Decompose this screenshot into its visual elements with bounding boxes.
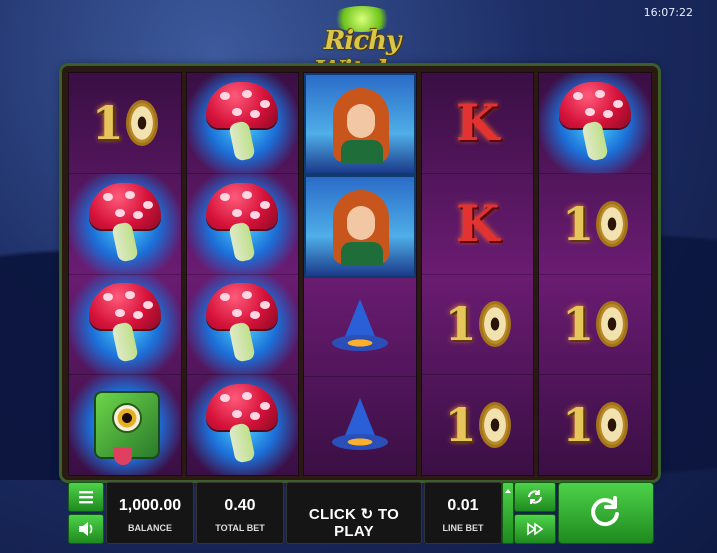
autoplay-button[interactable] (514, 482, 556, 512)
eye-o-icon (596, 301, 629, 348)
control-bar: 1,000.00 BALANCE 0.40 TOTAL BET CLICK ↻ … (68, 482, 654, 544)
line-bet-label: LINE BET (442, 523, 484, 533)
reel-cell: 1 (539, 174, 651, 275)
line-bet-panel: 0.01 LINE BET (424, 482, 502, 544)
spin-button[interactable] (558, 482, 654, 544)
fast-forward-button[interactable] (514, 514, 556, 544)
game-logo: Richy Witchy (292, 6, 432, 86)
reel-cell (304, 73, 416, 176)
reel-cell (186, 375, 299, 475)
total-bet-panel: 0.40 TOTAL BET (196, 482, 284, 544)
balance-value: 1,000.00 (118, 497, 182, 514)
clock: 16:07:22 (643, 6, 693, 19)
autoplay-icon (528, 490, 542, 504)
play-message: CLICK ↻ TO PLAY (308, 506, 400, 540)
reel-area[interactable]: 1KK11111 (68, 72, 652, 476)
menu-button[interactable] (68, 482, 104, 512)
ten-symbol: 1 (562, 197, 629, 251)
reel-cell: K (421, 174, 534, 275)
mushroom-symbol (88, 182, 161, 265)
play-message-panel: CLICK ↻ TO PLAY (286, 482, 422, 544)
mushroom-symbol (88, 283, 161, 365)
line-bet-value: 0.01 (447, 497, 479, 514)
reel-cell: 1 (539, 275, 651, 376)
reel-cell (304, 175, 416, 278)
reel-cell (304, 377, 416, 475)
menu-icon (79, 491, 93, 504)
chevron-up-icon (505, 489, 511, 493)
ten-symbol: 1 (562, 297, 629, 351)
balance-label: BALANCE (128, 523, 172, 533)
witch-symbol (315, 82, 405, 166)
reel-cell (304, 278, 416, 377)
witch-hat-symbol (330, 396, 390, 456)
fast-forward-icon (527, 522, 544, 536)
reel-cell (186, 274, 299, 376)
reel-cell (186, 73, 299, 174)
ten-symbol: 1 (562, 398, 629, 452)
reel-cell (186, 173, 299, 275)
k-symbol: K (455, 93, 500, 153)
reel-1: 1 (68, 72, 182, 476)
reel-cell (69, 274, 181, 376)
reel-cell: 1 (539, 375, 651, 475)
reel-cell (69, 375, 181, 475)
eye-o-icon (478, 301, 511, 348)
total-bet-value: 0.40 (224, 497, 256, 514)
ten-symbol: 1 (445, 398, 511, 452)
eye-o-icon (596, 200, 629, 247)
bet-adjust-button[interactable] (502, 482, 514, 544)
reel-3 (303, 72, 417, 476)
reel-cell: 1 (422, 375, 534, 475)
reel-cell: 1 (69, 73, 181, 174)
mushroom-symbol (206, 182, 279, 265)
spellbook-symbol (90, 385, 160, 466)
witch-hat-symbol (330, 297, 390, 357)
eye-o-icon (596, 402, 629, 449)
ten-symbol: 1 (92, 96, 158, 150)
ten-symbol: 1 (445, 297, 511, 351)
reel-cell: 1 (421, 275, 534, 376)
reel-cell (69, 173, 181, 275)
mushroom-symbol (206, 283, 279, 365)
mushroom-symbol (559, 81, 632, 164)
reel-2 (185, 72, 300, 476)
reel-5: 1 1 1 (538, 72, 652, 476)
spin-icon (591, 496, 619, 527)
eye-o-icon (478, 402, 511, 449)
balance-panel: 1,000.00 BALANCE (106, 482, 194, 544)
total-bet-label: TOTAL BET (215, 523, 265, 533)
mushroom-symbol (206, 384, 279, 466)
sound-button[interactable] (68, 514, 104, 544)
eye-o-icon (125, 99, 158, 146)
k-symbol: K (455, 194, 500, 254)
witch-symbol (315, 184, 405, 268)
speaker-icon (79, 522, 93, 536)
mushroom-symbol (206, 81, 279, 164)
reel-4: KK 1 1 (420, 72, 535, 476)
reel-cell: K (421, 73, 534, 174)
reel-cell (539, 73, 651, 174)
